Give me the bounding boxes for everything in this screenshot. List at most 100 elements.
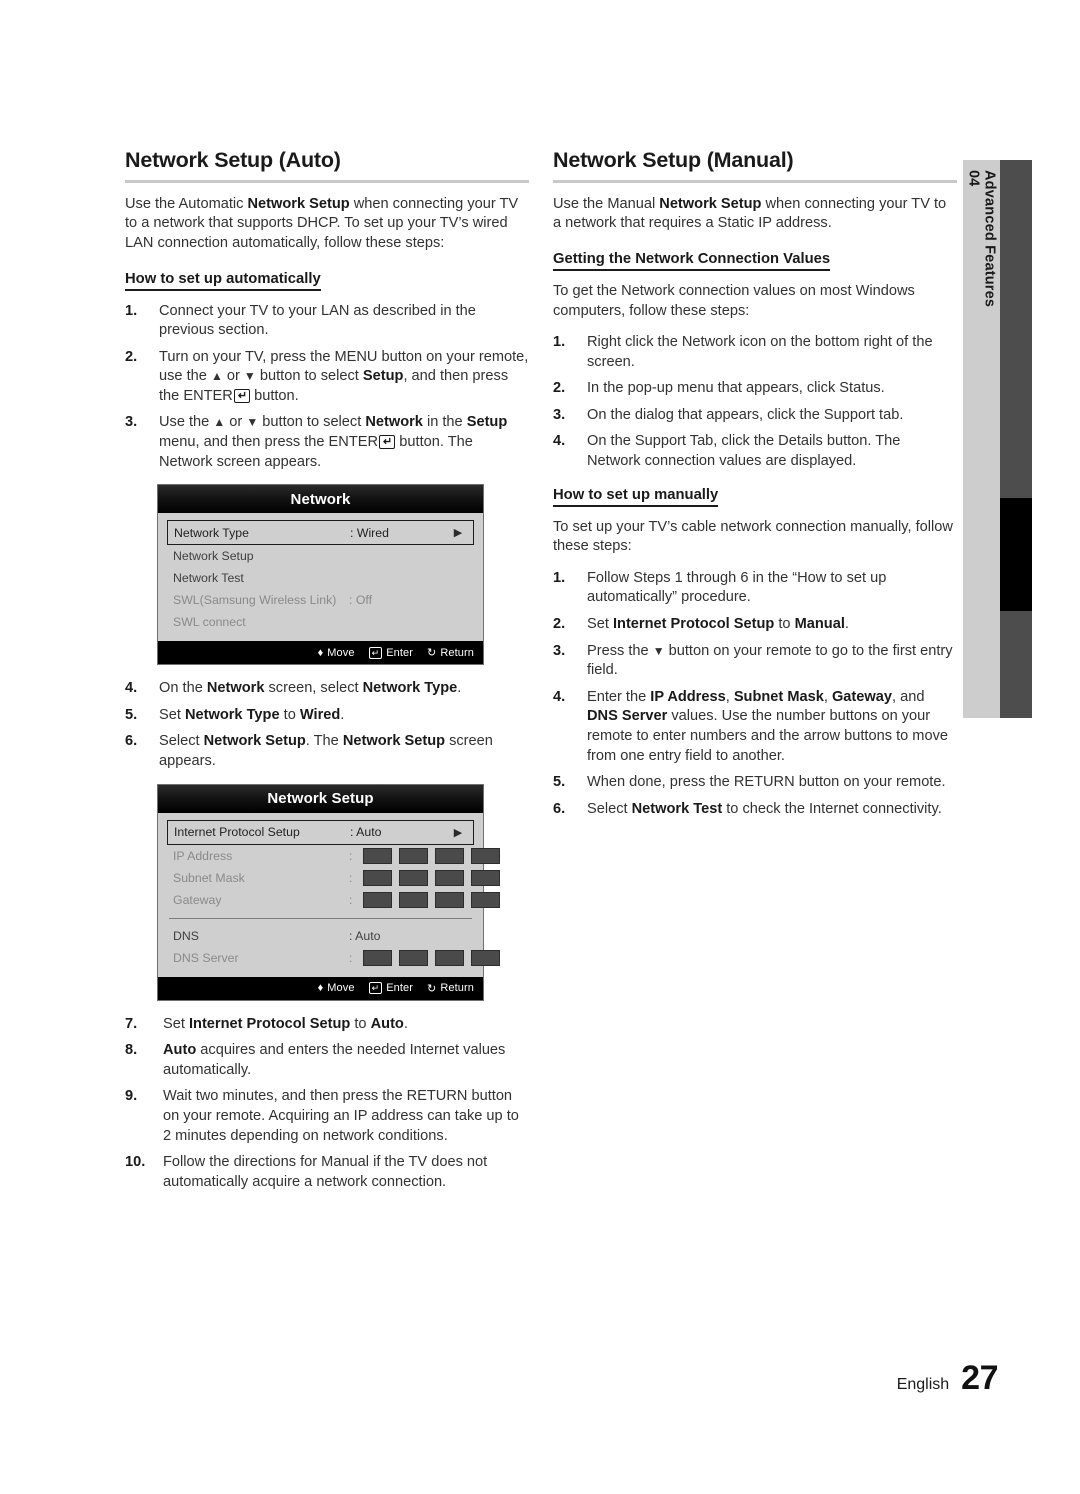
osd-network-setup-screenshot: Network Setup Internet Protocol Setup : … — [157, 783, 500, 1001]
octet-cell[interactable] — [399, 891, 428, 908]
steps-list-manual: 1. Follow Steps 1 through 6 in the “How … — [553, 569, 957, 820]
side-tab-black-marker — [1000, 498, 1032, 611]
step-number: 7. — [125, 1015, 138, 1032]
subheading-how-to-set-up-manually: How to set up manually — [553, 486, 719, 507]
osd-row-value: : — [349, 869, 500, 886]
list-item: 2. In the pop-up menu that appears, clic… — [553, 379, 957, 399]
osd-row-gateway[interactable]: Gateway : — [167, 889, 500, 911]
octet-cell[interactable] — [471, 847, 500, 864]
step-text: Auto acquires and enters the needed Inte… — [163, 1042, 506, 1078]
osd-row-network-type[interactable]: Network Type : Wired ▶ — [167, 520, 474, 546]
hint-move-label: Move — [327, 646, 355, 659]
value-cells: : — [349, 891, 500, 908]
page-footer: English 27 — [897, 1359, 999, 1398]
step-number: 2. — [553, 616, 566, 633]
step-text: Set Internet Protocol Setup to Auto. — [163, 1015, 408, 1032]
hint-enter: ↵ Enter — [368, 646, 413, 659]
value-cells: : — [349, 869, 500, 886]
list-item: 8. Auto acquires and enters the needed I… — [125, 1041, 529, 1080]
osd-row-value: : — [349, 949, 500, 966]
osd-row-label: SWL(Samsung Wireless Link) — [173, 593, 337, 608]
chapter-side-tab: 04 Advanced Features — [963, 160, 1032, 718]
octet-cell[interactable] — [399, 949, 428, 966]
octet-cell[interactable] — [399, 847, 428, 864]
octet-cell[interactable] — [435, 949, 464, 966]
enter-key-icon: ↵ — [368, 982, 383, 995]
octet-cell[interactable] — [435, 847, 464, 864]
osd-row-label: DNS — [173, 928, 199, 943]
left-column: Network Setup (Auto) Use the Automatic N… — [125, 148, 529, 1204]
step-number: 4. — [125, 680, 138, 697]
side-tab-dark-strip — [1000, 160, 1032, 718]
osd-row-network-test[interactable]: Network Test — [167, 567, 474, 589]
osd-row-value: : — [349, 847, 500, 864]
list-item: 3. Press the ▼ button on your remote to … — [553, 642, 957, 681]
step-text: Right click the Network icon on the bott… — [587, 334, 933, 370]
octet-cell[interactable] — [435, 891, 464, 908]
octet-cell[interactable] — [471, 949, 500, 966]
step-number: 1. — [553, 334, 566, 351]
enter-key-icon: ↵ — [379, 435, 396, 450]
step-text: Follow Steps 1 through 6 in the “How to … — [587, 569, 887, 606]
step-text: Follow the directions for Manual if the … — [163, 1154, 488, 1190]
steps-list-auto-7-10: 7. Set Internet Protocol Setup to Auto. … — [125, 1015, 529, 1193]
octet-cell[interactable] — [471, 869, 500, 886]
osd-row-internet-protocol-setup[interactable]: Internet Protocol Setup : Auto ▶ — [167, 819, 474, 845]
osd-row-swl[interactable]: SWL(Samsung Wireless Link) : Off — [167, 589, 474, 611]
step-number: 4. — [553, 688, 566, 705]
step-text: On the Support Tab, click the Details bu… — [587, 433, 901, 470]
step-number: 5. — [553, 774, 566, 791]
octet-cell[interactable] — [471, 891, 500, 908]
title-rule — [125, 179, 529, 183]
step-text: Set Network Type to Wired. — [159, 706, 345, 723]
osd-row-label: DNS Server — [173, 950, 239, 965]
osd-row-value: : Off — [349, 593, 373, 608]
hint-move: ♦ Move — [318, 982, 355, 994]
osd-row-value: : Auto — [350, 825, 382, 840]
step-number: 10. — [125, 1154, 146, 1171]
up-down-arrow-icon: ♦ — [317, 646, 324, 659]
list-item: 2. Set Internet Protocol Setup to Manual… — [553, 615, 957, 635]
octet-cell[interactable] — [363, 949, 392, 966]
step-text: Turn on your TV, press the MENU button o… — [159, 348, 529, 404]
manual-intro-paragraph: To set up your TV’s cable network connec… — [553, 518, 953, 555]
chevron-right-icon: ▶ — [453, 826, 463, 839]
osd-row-colon: : — [349, 848, 353, 863]
list-item: 3. On the dialog that appears, click the… — [553, 406, 957, 426]
osd-body: Network Type : Wired ▶ Network Setup Net… — [158, 513, 483, 642]
return-arrow-icon: ↻ — [427, 982, 437, 995]
osd-row-dns-server[interactable]: DNS Server : — [167, 947, 500, 969]
step-text: Press the ▼ button on your remote to go … — [587, 642, 953, 679]
list-item: 4. On the Network screen, select Network… — [125, 679, 529, 699]
octet-cell[interactable] — [363, 869, 392, 886]
list-item: 4. On the Support Tab, click the Details… — [553, 432, 957, 471]
return-arrow-icon: ↻ — [427, 647, 437, 660]
hint-enter: ↵ Enter — [368, 982, 413, 995]
octet-cell[interactable] — [435, 869, 464, 886]
subheading-getting-network-connection-values: Getting the Network Connection Values — [553, 250, 831, 271]
octet-cell[interactable] — [363, 847, 392, 864]
list-item: 10. Follow the directions for Manual if … — [125, 1153, 529, 1192]
octet-cell[interactable] — [399, 869, 428, 886]
osd-row-value: : Auto — [349, 928, 381, 943]
step-number: 2. — [553, 380, 566, 397]
octet-cell[interactable] — [363, 891, 392, 908]
osd-row-network-setup[interactable]: Network Setup — [167, 545, 474, 567]
value-cells: : — [349, 949, 500, 966]
osd-row-label: Network Setup — [173, 549, 254, 564]
step-number: 2. — [125, 348, 138, 365]
step-text: Use the ▲ or ▼ button to select Network … — [159, 414, 508, 470]
steps-list-auto-1-3: 1. Connect your TV to your LAN as descri… — [125, 302, 529, 473]
step-text: On the dialog that appears, click the Su… — [587, 406, 904, 423]
step-text: In the pop-up menu that appears, click S… — [587, 380, 885, 397]
osd-row-label: Network Test — [173, 571, 244, 586]
list-item: 2. Turn on your TV, press the MENU butto… — [125, 348, 529, 407]
osd-row-ip-address[interactable]: IP Address : — [167, 845, 500, 867]
osd-row-subnet-mask[interactable]: Subnet Mask : — [167, 867, 500, 889]
intro-paragraph-manual: Use the Manual Network Setup when connec… — [553, 195, 947, 232]
enter-key-icon: ↵ — [233, 388, 251, 403]
step-text: Enter the IP Address, Subnet Mask, Gatew… — [587, 688, 948, 764]
osd-row-swl-connect[interactable]: SWL connect — [167, 611, 474, 633]
osd-row-colon: : — [349, 892, 353, 907]
osd-row-dns[interactable]: DNS : Auto — [167, 925, 474, 947]
